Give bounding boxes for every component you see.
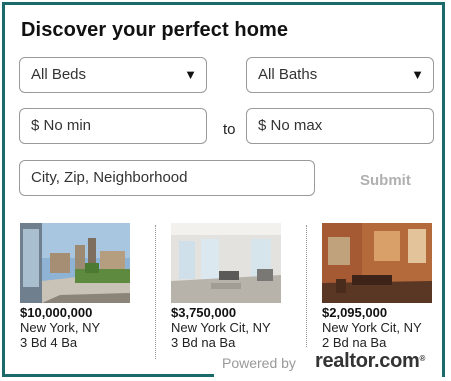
widget-title: Discover your perfect home: [21, 19, 289, 41]
chevron-down-icon: ▼: [411, 67, 424, 82]
min-price-input[interactable]: $ No min: [19, 108, 207, 144]
listing-location: New York, NY: [20, 320, 101, 335]
listing-location: New York Cit, NY: [171, 320, 271, 335]
realtor-logo[interactable]: realtor.com®: [315, 350, 425, 373]
listing-photo[interactable]: [171, 223, 281, 303]
powered-by-label: Powered by: [222, 355, 296, 371]
to-label: to: [223, 121, 236, 138]
listing-divider: [155, 225, 156, 359]
listing-divider: [306, 225, 307, 359]
listing-price: $3,750,000: [171, 305, 237, 320]
baths-select-value: All Baths: [258, 66, 318, 83]
listing-location: New York Cit, NY: [322, 320, 422, 335]
registered-mark: ®: [419, 354, 426, 363]
submit-button[interactable]: Submit: [360, 172, 411, 189]
listing-photo[interactable]: [20, 223, 130, 303]
listing-card[interactable]: $10,000,000 New York, NY 3 Bd 4 Ba: [20, 223, 132, 350]
baths-select[interactable]: All Baths ▼: [246, 57, 434, 93]
location-placeholder: City, Zip, Neighborhood: [31, 169, 188, 186]
listing-card[interactable]: $3,750,000 New York Cit, NY 3 Bd na Ba: [171, 223, 283, 350]
min-price-placeholder: $ No min: [31, 117, 92, 134]
listing-price: $2,095,000: [322, 305, 388, 320]
beds-select-value: All Beds: [31, 66, 87, 83]
brand-name: realtor.com: [315, 350, 420, 372]
listing-price: $10,000,000: [20, 305, 93, 320]
max-price-input[interactable]: $ No max: [246, 108, 434, 144]
listing-card[interactable]: $2,095,000 New York Cit, NY 2 Bd na Ba: [322, 223, 434, 350]
chevron-down-icon: ▼: [184, 67, 197, 82]
beds-select[interactable]: All Beds ▼: [19, 57, 207, 93]
home-search-widget: Discover your perfect home All Beds ▼ Al…: [2, 2, 445, 377]
listing-photo[interactable]: [322, 223, 432, 303]
location-input[interactable]: City, Zip, Neighborhood: [19, 160, 315, 196]
listing-details: 3 Bd 4 Ba: [20, 335, 78, 350]
max-price-placeholder: $ No max: [258, 117, 323, 134]
